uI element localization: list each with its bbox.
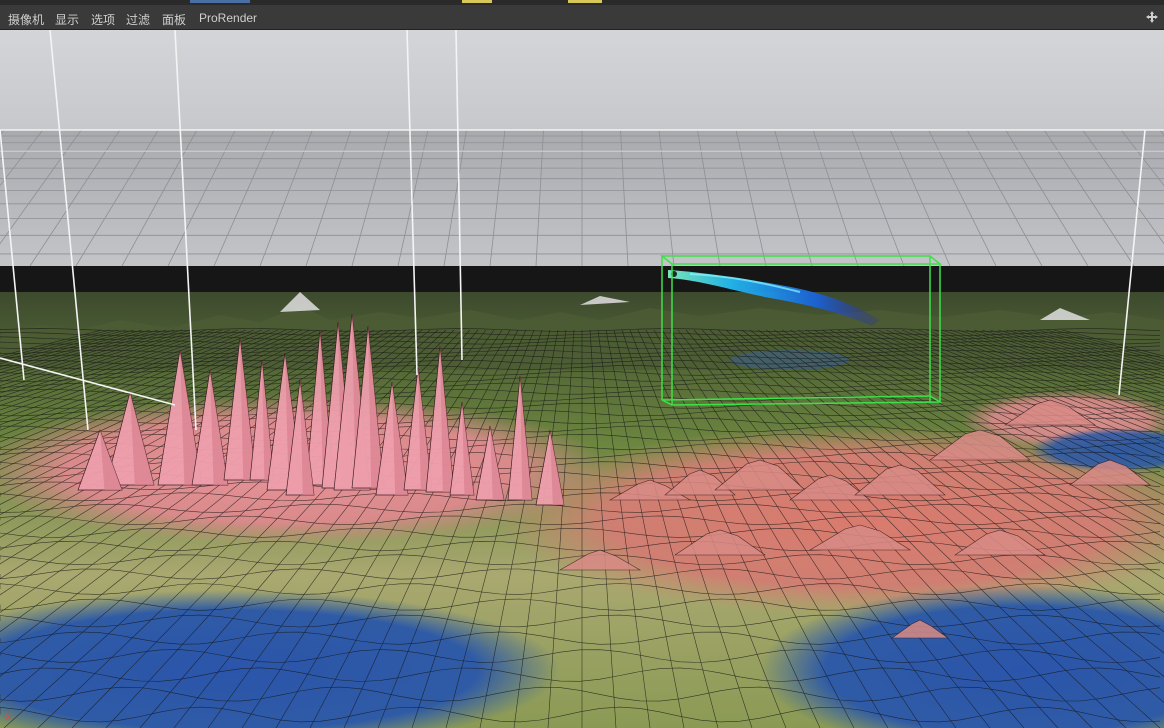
toolbar-indicator <box>190 0 250 3</box>
axis-x-label: X <box>5 712 12 723</box>
viewport-menubar: 摄像机 显示 选项 过滤 面板 ProRender <box>0 5 1164 30</box>
menu-filter[interactable]: 过滤 <box>126 11 150 28</box>
move-viewport-icon[interactable] <box>1146 11 1158 23</box>
3d-viewport[interactable]: X <box>0 30 1164 728</box>
menu-panel[interactable]: 面板 <box>162 11 186 28</box>
menu-display[interactable]: 显示 <box>55 11 79 28</box>
viewport-background <box>0 30 1164 130</box>
menu-prorender[interactable]: ProRender <box>199 11 257 25</box>
menu-options[interactable]: 选项 <box>91 11 115 28</box>
toolbar-indicator <box>462 0 492 3</box>
scene-canvas[interactable]: X <box>0 30 1164 728</box>
toolbar-indicator <box>568 0 602 3</box>
menu-camera[interactable]: 摄像机 <box>8 11 44 28</box>
